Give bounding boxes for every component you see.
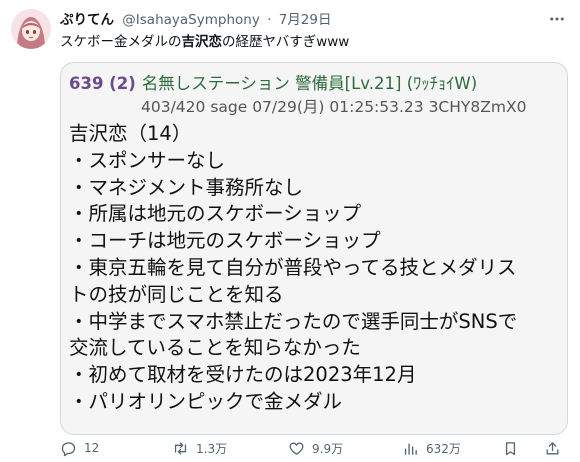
post-line: 交流していることを知らなかった: [69, 336, 361, 360]
post-line: ・コーチは地元のスケボーショップ: [69, 229, 381, 253]
post-line: ・マネジメント事務所なし: [69, 175, 304, 199]
post-line: ・スポンサーなし: [69, 148, 226, 172]
tweet-text: スケボー金メダルの吉沢恋の経歴ヤバすぎwww: [60, 32, 349, 52]
user-handle[interactable]: @IsahayaSymphony: [122, 12, 260, 28]
retweet-count: 1.3万: [196, 441, 228, 456]
heart-icon: [289, 442, 304, 455]
reply-button[interactable]: 12: [60, 436, 99, 460]
post-author-name: 名無しステーション 警備員[Lv.21] (ﾜｯﾁｮｲW): [141, 74, 478, 93]
tweet-header: ぷりてん @IsahayaSymphony · 7月29日: [60, 10, 332, 30]
share-button[interactable]: [544, 436, 568, 460]
bookmark-button[interactable]: [502, 436, 526, 460]
tweet-date[interactable]: 7月29日: [279, 12, 332, 28]
views-icon: [404, 443, 417, 455]
retweet-button[interactable]: 1.3万: [172, 436, 227, 460]
tweet-text-after: の経歴ヤバすぎwww: [222, 34, 350, 50]
views-count: 632万: [426, 441, 461, 456]
display-name[interactable]: ぷりてん: [60, 12, 114, 28]
post-line: ・中学までスマホ禁止だったので選手同士がSNSで: [69, 309, 518, 333]
post-header: 639 (2) 名無しステーション 警備員[Lv.21] (ﾜｯﾁｮｲW): [69, 73, 477, 95]
views-button[interactable]: 632万: [402, 436, 461, 460]
action-bar: 12 1.3万 9.9万 632万: [60, 436, 568, 460]
post-line: ・パリオリンピックで金メダル: [69, 389, 343, 413]
post-number: 639 (2): [69, 74, 136, 93]
post-meta: 403/420 sage 07/29(月) 01:25:53.23 3CHY8Z…: [141, 98, 527, 116]
reply-count: 12: [84, 441, 100, 455]
separator-dot: ·: [267, 12, 272, 28]
attached-image[interactable]: 639 (2) 名無しステーション 警備員[Lv.21] (ﾜｯﾁｮｲW) 403…: [60, 62, 568, 435]
post-line: ・東京五輪を見て自分が普段やってる技とメダリス: [69, 255, 517, 279]
post-body: 吉沢恋（14） ・スポンサーなし ・マネジメント事務所なし ・所属は地元のスケボ…: [69, 121, 565, 416]
reply-icon: [61, 441, 76, 456]
post-line: 吉沢恋（14）: [69, 122, 192, 145]
post-line: ・初めて取材を受けたのは2023年12月: [69, 363, 417, 387]
retweet-icon: [174, 442, 187, 454]
tweet[interactable]: ぷりてん @IsahayaSymphony · 7月29日 スケボー金メダルの吉…: [0, 0, 580, 462]
bookmark-icon: [505, 441, 516, 455]
avatar[interactable]: [11, 9, 51, 49]
tweet-text-before: スケボー金メダルの: [60, 34, 182, 50]
post-line: ・所属は地元のスケボーショップ: [69, 202, 362, 226]
like-count: 9.9万: [312, 441, 344, 456]
tweet-text-bold: 吉沢恋: [181, 34, 223, 50]
post-line: トの技が同じことを知る: [69, 282, 284, 306]
like-button[interactable]: 9.9万: [288, 436, 343, 460]
share-icon: [546, 441, 559, 454]
more-icon[interactable]: [548, 10, 566, 28]
